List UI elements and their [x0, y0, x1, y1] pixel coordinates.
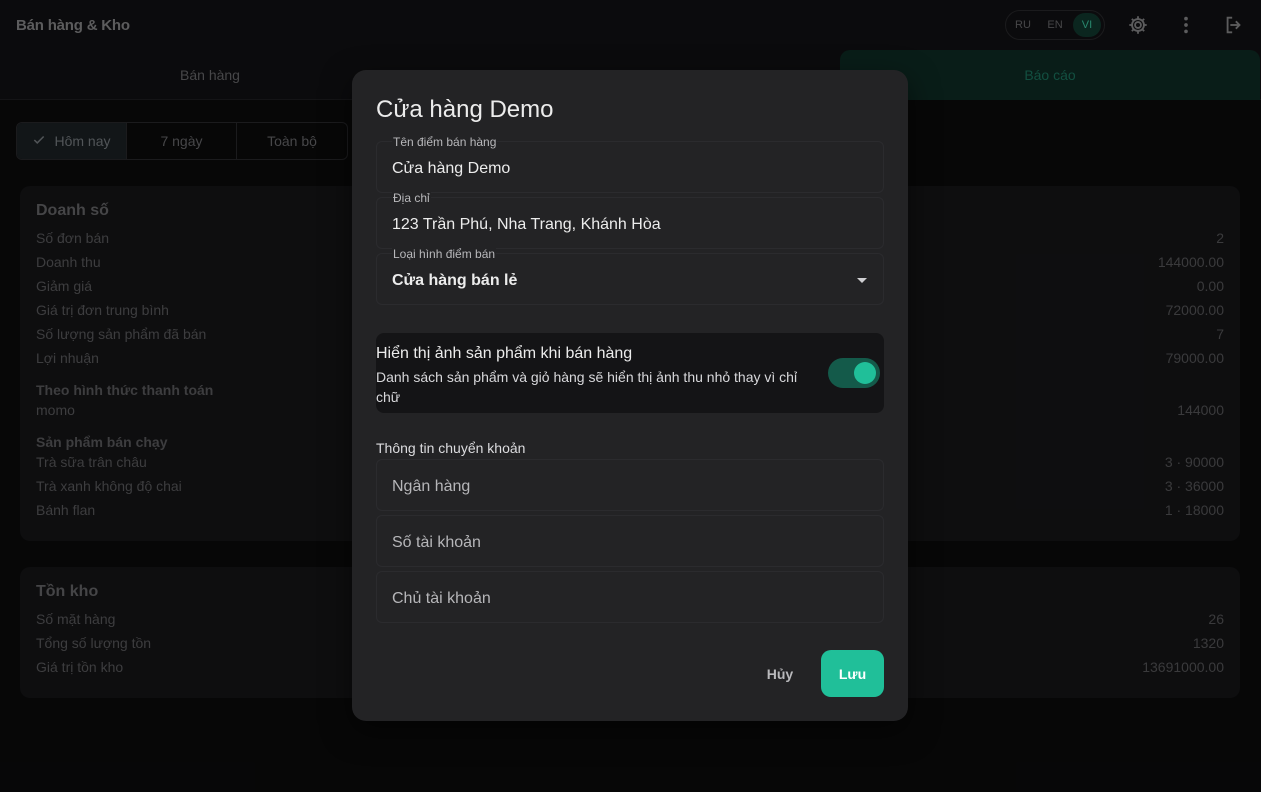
show-images-setting: Hiển thị ảnh sản phẩm khi bán hàng Danh … — [376, 333, 884, 413]
dialog-title: Cửa hàng Demo — [376, 96, 554, 123]
save-button[interactable]: Lưu — [821, 650, 884, 697]
address-label: Địa chỉ — [392, 191, 431, 205]
store-type-value: Cửa hàng bán lẻ — [392, 272, 518, 289]
transfer-info-label: Thông tin chuyển khoản — [376, 440, 526, 456]
store-name-field[interactable]: Tên điểm bán hàng Cửa hàng Demo — [376, 135, 884, 193]
cancel-button[interactable]: Hủy — [758, 662, 802, 686]
address-value: 123 Trần Phú, Nha Trang, Khánh Hòa — [392, 216, 661, 233]
account-holder-field[interactable]: Chủ tài khoản — [376, 571, 884, 623]
toggle-knob — [854, 362, 876, 384]
account-number-placeholder: Số tài khoản — [392, 534, 481, 551]
show-images-toggle[interactable] — [828, 358, 880, 388]
chevron-down-icon — [857, 278, 867, 283]
show-images-description: Danh sách sản phẩm và giỏ hàng sẽ hiển t… — [376, 369, 798, 405]
account-holder-placeholder: Chủ tài khoản — [392, 590, 491, 607]
bank-field[interactable]: Ngân hàng — [376, 459, 884, 511]
store-type-label: Loại hình điểm bán — [392, 247, 497, 261]
account-number-field[interactable]: Số tài khoản — [376, 515, 884, 567]
address-field[interactable]: Địa chỉ 123 Trần Phú, Nha Trang, Khánh H… — [376, 191, 884, 249]
store-name-label: Tên điểm bán hàng — [392, 135, 498, 149]
store-type-select[interactable]: Loại hình điểm bán Cửa hàng bán lẻ — [376, 247, 884, 305]
show-images-title: Hiển thị ảnh sản phẩm khi bán hàng — [376, 345, 633, 362]
store-settings-dialog: Cửa hàng Demo Tên điểm bán hàng Cửa hàng… — [352, 70, 908, 721]
store-name-value: Cửa hàng Demo — [392, 160, 511, 177]
bank-placeholder: Ngân hàng — [392, 478, 471, 495]
